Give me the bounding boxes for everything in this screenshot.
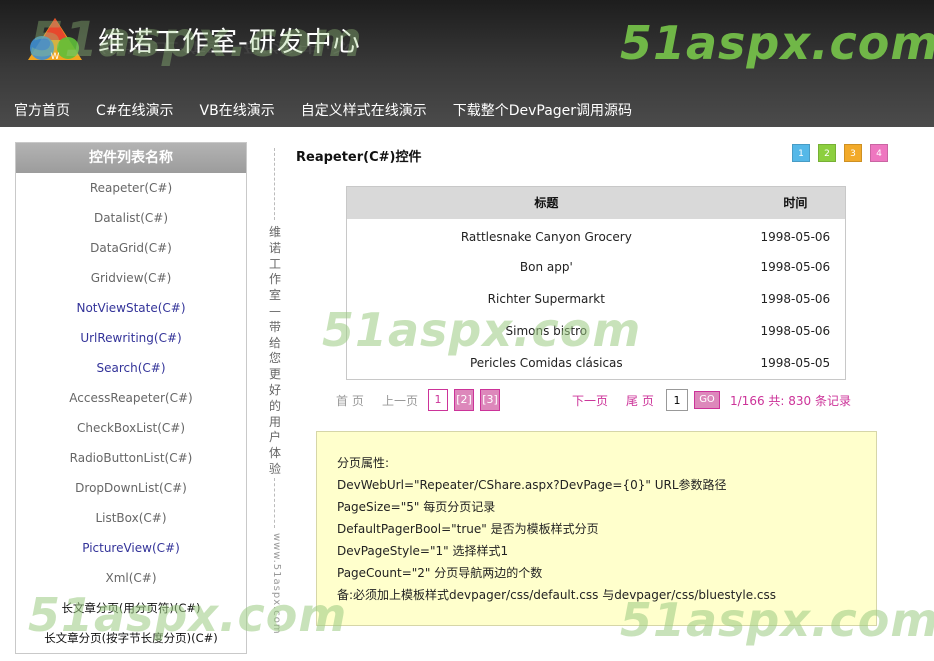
sidebar-item-datalist[interactable]: Datalist(C#) xyxy=(16,203,246,233)
nav-vb-demo[interactable]: VB在线演示 xyxy=(200,100,275,120)
property-line: 备:必须加上模板样式devpager/css/default.css 与devp… xyxy=(337,588,777,602)
sidebar-title: 控件列表名称 xyxy=(16,143,246,173)
table-header-time: 时间 xyxy=(783,196,808,211)
pager-go-button[interactable]: GO xyxy=(694,391,720,409)
table-cell-title: Pericles Comidas clásicas xyxy=(469,356,623,371)
table-cell-date: 1998-05-06 xyxy=(760,259,831,274)
site-title-reflection: 维诺工作室-研发中心 xyxy=(98,39,351,55)
table-cell-date: 1998-05-06 xyxy=(760,229,831,244)
sidebar-item-datagrid[interactable]: DataGrid(C#) xyxy=(16,233,246,263)
logo-icon: W xyxy=(28,18,82,62)
table-row: Rattlesnake Canyon Grocery 1998-05-06 xyxy=(347,219,846,251)
pager-prev[interactable]: 上一页 xyxy=(382,392,418,409)
table-cell-date: 1998-05-06 xyxy=(760,291,831,306)
brand-watermark: 51aspx.com xyxy=(620,16,934,70)
pager-page-input[interactable] xyxy=(666,389,688,411)
sidebar-item-long-article-separator[interactable]: 长文章分页(用分页符)(C#) xyxy=(16,593,246,623)
sidebar-item-reapeter[interactable]: Reapeter(C#) xyxy=(16,173,246,203)
table-header-title: 标题 xyxy=(534,196,559,211)
nav-download-source[interactable]: 下载整个DevPager调用源码 xyxy=(453,100,632,120)
control-list-sidebar: 控件列表名称 Reapeter(C#) Datalist(C#) DataGri… xyxy=(15,142,247,654)
divider-line-middle xyxy=(274,478,275,528)
sidebar-item-checkboxlist[interactable]: CheckBoxList(C#) xyxy=(16,413,246,443)
page-title: Reapeter(C#)控件 xyxy=(296,150,422,165)
divider-line-top xyxy=(274,148,275,220)
property-line: DevWebUrl="Repeater/CShare.aspx?DevPage=… xyxy=(337,478,727,492)
sidebar-item-pictureview[interactable]: PictureView(C#) xyxy=(16,533,246,563)
sidebar-item-search[interactable]: Search(C#) xyxy=(16,353,246,383)
table-cell-date: 1998-05-05 xyxy=(760,356,831,371)
table-cell-title: Bon app' xyxy=(519,259,573,274)
table-row: Bon app' 1998-05-06 xyxy=(347,251,846,283)
pager-properties-box: 分页属性: DevWebUrl="Repeater/CShare.aspx?De… xyxy=(316,431,877,626)
sidebar-list: Reapeter(C#) Datalist(C#) DataGrid(C#) G… xyxy=(16,173,246,653)
sidebar-item-gridview[interactable]: Gridview(C#) xyxy=(16,263,246,293)
nav-custom-style-demo[interactable]: 自定义样式在线演示 xyxy=(301,100,427,120)
table-cell-date: 1998-05-06 xyxy=(760,324,831,339)
style-button-3[interactable]: 3 xyxy=(844,144,862,162)
divider-slogan: 维诺工作室—带给您更好的用户体验 xyxy=(268,225,281,476)
table-cell-title: Rattlesnake Canyon Grocery xyxy=(460,229,632,244)
property-line: DefaultPagerBool="true" 是否为模板样式分页 xyxy=(337,522,599,536)
data-table: 标题 时间 Rattlesnake Canyon Grocery 1998-05… xyxy=(346,186,846,380)
pager-current-page[interactable]: 1 xyxy=(428,389,448,411)
table-header-row: 标题 时间 xyxy=(346,186,846,219)
style-button-1[interactable]: 1 xyxy=(792,144,810,162)
style-button-2[interactable]: 2 xyxy=(818,144,836,162)
sidebar-item-xml[interactable]: Xml(C#) xyxy=(16,563,246,593)
sidebar-item-urlrewriting[interactable]: UrlRewriting(C#) xyxy=(16,323,246,353)
pager-last[interactable]: 尾 页 xyxy=(626,392,654,409)
nav-home[interactable]: 官方首页 xyxy=(14,100,70,120)
sidebar-item-dropdownlist[interactable]: DropDownList(C#) xyxy=(16,473,246,503)
property-line: PageSize="5" 每页分页记录 xyxy=(337,500,496,514)
table-row: Richter Supermarkt 1998-05-06 xyxy=(347,283,846,315)
top-nav: 官方首页 C#在线演示 VB在线演示 自定义样式在线演示 下载整个DevPage… xyxy=(0,93,934,127)
style-switcher: 1 2 3 4 xyxy=(792,144,888,162)
vertical-divider: 维诺工作室—带给您更好的用户体验 www.51aspx.com xyxy=(268,148,282,658)
pager-info: 1/166 共: 830 条记录 xyxy=(730,394,851,408)
pager-first[interactable]: 首 页 xyxy=(336,392,364,409)
sidebar-item-accessreapeter[interactable]: AccessReapeter(C#) xyxy=(16,383,246,413)
pager-page-3[interactable]: [3] xyxy=(480,389,500,411)
property-line: DevPageStyle="1" 选择样式1 xyxy=(337,544,509,558)
style-button-4[interactable]: 4 xyxy=(870,144,888,162)
nav-csharp-demo[interactable]: C#在线演示 xyxy=(96,100,174,120)
divider-url: www.51aspx.com xyxy=(271,533,282,635)
sidebar-item-listbox[interactable]: ListBox(C#) xyxy=(16,503,246,533)
sidebar-item-notviewstate[interactable]: NotViewState(C#) xyxy=(16,293,246,323)
table-row: Simons bistro 1998-05-06 xyxy=(347,315,846,347)
sidebar-item-radiobuttonlist[interactable]: RadioButtonList(C#) xyxy=(16,443,246,473)
pager: 首 页 上一页 1 [2] [3] 下一页 尾 页 GO 1/166 共: 83… xyxy=(336,389,856,413)
table-row: Pericles Comidas clásicas 1998-05-05 xyxy=(347,347,846,379)
pager-next[interactable]: 下一页 xyxy=(572,392,608,409)
table-cell-title: Richter Supermarkt xyxy=(487,291,605,306)
property-line: PageCount="2" 分页导航两边的个数 xyxy=(337,566,543,580)
sidebar-item-long-article-bytes[interactable]: 长文章分页(按字节长度分页)(C#) xyxy=(16,623,246,653)
property-line: 分页属性: xyxy=(337,456,390,470)
pager-page-2[interactable]: [2] xyxy=(454,389,474,411)
svg-text:W: W xyxy=(51,52,60,62)
site-header: W 维诺工作室-研发中心 维诺工作室-研发中心 51aspx.com 官方首页 … xyxy=(0,0,934,127)
table-cell-title: Simons bistro xyxy=(505,324,588,339)
